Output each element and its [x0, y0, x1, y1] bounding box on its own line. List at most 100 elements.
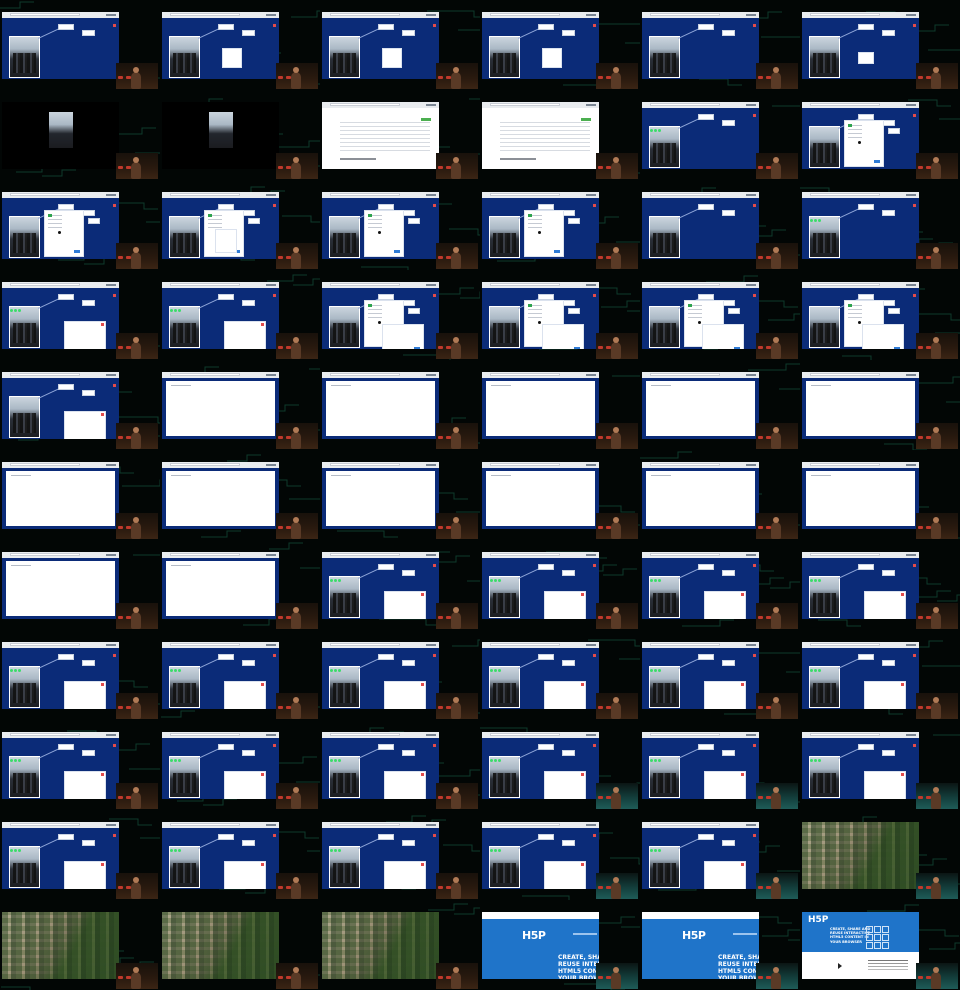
menu-icon[interactable]: [586, 464, 596, 466]
address-bar[interactable]: [650, 193, 720, 196]
text-label[interactable]: [378, 834, 394, 840]
menu-icon[interactable]: [426, 104, 436, 106]
close-icon[interactable]: [913, 654, 916, 657]
close-icon[interactable]: [433, 24, 436, 27]
address-bar[interactable]: [10, 193, 80, 196]
feature-tile[interactable]: [866, 942, 873, 949]
close-icon[interactable]: [753, 654, 756, 657]
thumbnail-cell[interactable]: [800, 810, 960, 900]
thumbnail-cell[interactable]: H5PCREATE, SHARE ANDREUSE INTERACTIVEHTM…: [640, 900, 800, 990]
close-icon[interactable]: [433, 654, 436, 657]
close-icon[interactable]: [421, 683, 424, 686]
address-bar[interactable]: [330, 103, 400, 106]
thumbnail-cell[interactable]: H5PCREATE, SHARE ANDREUSE INTERACTIVEHTM…: [800, 900, 960, 990]
menu-icon[interactable]: [586, 284, 596, 286]
text-label[interactable]: [882, 750, 895, 756]
text-label[interactable]: [242, 840, 255, 846]
menu-icon[interactable]: [746, 374, 756, 376]
close-icon[interactable]: [433, 744, 436, 747]
address-bar[interactable]: [810, 283, 880, 286]
address-bar[interactable]: [330, 13, 400, 16]
thumbnail-cell[interactable]: [0, 630, 160, 720]
close-icon[interactable]: [741, 593, 744, 596]
text-label[interactable]: [378, 24, 394, 30]
close-icon[interactable]: [913, 744, 916, 747]
close-icon[interactable]: [261, 863, 264, 866]
close-icon[interactable]: [101, 683, 104, 686]
menu-icon[interactable]: [266, 284, 276, 286]
text-label[interactable]: [402, 660, 415, 666]
menu-icon[interactable]: [266, 644, 276, 646]
thumbnail-cell[interactable]: [800, 270, 960, 360]
text-label[interactable]: [378, 744, 394, 750]
close-icon[interactable]: [433, 294, 436, 297]
text-label[interactable]: [218, 834, 234, 840]
close-icon[interactable]: [581, 773, 584, 776]
save-button[interactable]: [574, 347, 580, 349]
close-icon[interactable]: [913, 564, 916, 567]
close-icon[interactable]: [593, 744, 596, 747]
menu-icon[interactable]: [906, 284, 916, 286]
save-button[interactable]: [414, 347, 420, 349]
close-icon[interactable]: [753, 114, 756, 117]
menu-icon[interactable]: [266, 14, 276, 16]
menu-icon[interactable]: [906, 734, 916, 736]
close-icon[interactable]: [593, 834, 596, 837]
menu-icon[interactable]: [746, 104, 756, 106]
table-row[interactable]: [500, 126, 590, 127]
address-bar[interactable]: [490, 373, 560, 376]
table-row[interactable]: [500, 146, 590, 147]
close-icon[interactable]: [113, 384, 116, 387]
close-icon[interactable]: [741, 683, 744, 686]
close-icon[interactable]: [753, 294, 756, 297]
text-label[interactable]: [722, 210, 735, 216]
text-label[interactable]: [882, 660, 895, 666]
menu-icon[interactable]: [426, 284, 436, 286]
menu-icon[interactable]: [586, 374, 596, 376]
feature-tile[interactable]: [882, 934, 889, 941]
thumbnail-cell[interactable]: [160, 360, 320, 450]
thumbnail-cell[interactable]: [800, 630, 960, 720]
table-row[interactable]: [340, 138, 430, 139]
menu-icon[interactable]: [586, 194, 596, 196]
address-bar[interactable]: [490, 463, 560, 466]
menu-icon[interactable]: [906, 194, 916, 196]
menu-icon[interactable]: [906, 464, 916, 466]
thumbnail-cell[interactable]: [0, 540, 160, 630]
text-label[interactable]: [722, 30, 735, 36]
text-label[interactable]: [858, 744, 874, 750]
text-label[interactable]: [722, 570, 735, 576]
text-label[interactable]: [408, 218, 420, 224]
address-bar[interactable]: [170, 373, 240, 376]
close-icon[interactable]: [753, 24, 756, 27]
table-row[interactable]: [500, 122, 590, 123]
close-icon[interactable]: [753, 744, 756, 747]
thumbnail-cell[interactable]: [640, 540, 800, 630]
thumbnail-cell[interactable]: [320, 810, 480, 900]
thumbnail-cell[interactable]: [640, 0, 800, 90]
text-label[interactable]: [88, 218, 100, 224]
thumbnail-cell[interactable]: [320, 270, 480, 360]
text-label[interactable]: [698, 204, 714, 210]
feature-tile[interactable]: [882, 926, 889, 933]
menu-icon[interactable]: [746, 644, 756, 646]
address-bar[interactable]: [170, 463, 240, 466]
close-icon[interactable]: [273, 654, 276, 657]
add-content-button[interactable]: [421, 118, 431, 121]
thumbnail-cell[interactable]: [800, 450, 960, 540]
menu-icon[interactable]: [106, 374, 116, 376]
menu-icon[interactable]: [746, 464, 756, 466]
text-label[interactable]: [888, 308, 900, 314]
thumbnail-cell[interactable]: [480, 720, 640, 810]
text-label[interactable]: [242, 300, 255, 306]
thumbnail-cell[interactable]: [640, 180, 800, 270]
close-icon[interactable]: [581, 683, 584, 686]
thumbnail-cell[interactable]: [320, 720, 480, 810]
text-label[interactable]: [538, 564, 554, 570]
thumbnail-cell[interactable]: [160, 900, 320, 990]
close-icon[interactable]: [113, 744, 116, 747]
thumbnail-cell[interactable]: [480, 450, 640, 540]
text-label[interactable]: [58, 834, 74, 840]
thumbnail-cell[interactable]: [160, 450, 320, 540]
thumbnail-cell[interactable]: [0, 0, 160, 90]
